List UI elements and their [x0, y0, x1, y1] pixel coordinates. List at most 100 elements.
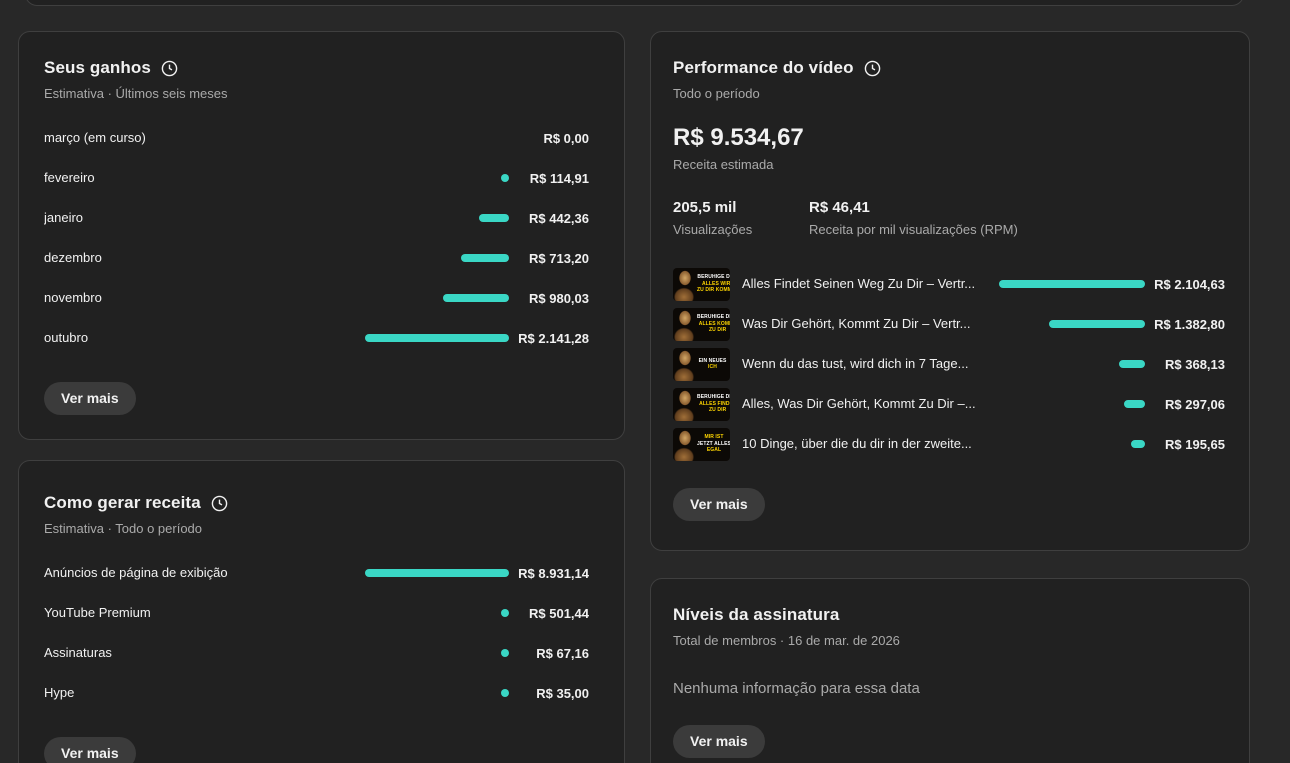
video-bar-area [995, 360, 1145, 368]
stat-row-label: fevereiro [44, 170, 95, 185]
video-bar-area [995, 320, 1145, 328]
revenue-sources-see-more-button[interactable]: Ver mais [44, 737, 136, 763]
video-bar-area [995, 400, 1145, 408]
stat-bar [501, 689, 509, 697]
stat-row-label: Anúncios de página de exibição [44, 565, 228, 580]
earnings-header: Seus ganhos [44, 58, 589, 78]
video-value: R$ 195,65 [1165, 436, 1225, 452]
video-performance-see-more-button[interactable]: Ver mais [673, 488, 765, 521]
stat-row-value: R$ 2.141,28 [518, 330, 589, 346]
thumbnail-text-line: ZU DIR [709, 407, 727, 414]
clock-icon [161, 60, 178, 76]
membership-empty-message: Nenhuma informação para essa data [673, 680, 920, 697]
revenue-sources-card: Como gerar receita Estimativa · Todo o p… [18, 460, 625, 763]
statue-figure-image [673, 267, 697, 301]
stat-bar-area [365, 214, 509, 222]
video-bar [999, 280, 1145, 288]
video-thumbnail[interactable]: MIR IST JETZT ALLES EGAL [673, 427, 730, 461]
stat-row-label: Hype [44, 685, 75, 700]
membership-title: Níveis da assinatura [673, 605, 840, 624]
video-row[interactable]: EIN NEUES ICH Wenn du das tust, wird dich … [673, 344, 1225, 384]
stat-bar [461, 254, 509, 262]
thumbnail-text: BERUHIGE DICHALLES WIRDZU DIR KOMMEN [697, 274, 730, 294]
views-value: 205,5 mil [673, 199, 737, 216]
thumbnail-text-line: EGAL [706, 447, 722, 454]
video-title[interactable]: 10 Dinge, über die du dir in der zweite.… [742, 436, 995, 452]
video-row[interactable]: MIR IST JETZT ALLES EGAL 10 Dinge, über die… [673, 424, 1225, 464]
video-bar-area [995, 280, 1145, 288]
stat-row-label: Assinaturas [44, 645, 112, 660]
stat-row-value: R$ 980,03 [529, 290, 589, 306]
clock-icon [864, 60, 880, 76]
video-value: R$ 2.104,63 [1154, 276, 1225, 292]
statue-figure-image [673, 307, 697, 341]
views-metric: 205,5 mil Visualizações [673, 199, 781, 238]
stat-row-value: R$ 713,20 [529, 250, 589, 266]
membership-subtitle: Total de membros · 16 de mar. de 2026 [673, 633, 900, 648]
stat-bar [501, 649, 509, 657]
video-thumbnail[interactable]: EIN NEUES ICH [673, 347, 730, 381]
stat-row-label: dezembro [44, 250, 102, 265]
thumbnail-text-line: ZU DIR [709, 327, 727, 334]
video-title[interactable]: Wenn du das tust, wird dich in 7 Tage... [742, 356, 995, 372]
stat-bar [501, 609, 509, 617]
estimated-revenue-label: Receita estimada [673, 157, 774, 172]
video-title[interactable]: Alles Findet Seinen Weg Zu Dir – Vertr..… [742, 276, 995, 292]
previous-card-bottom-edge [25, 0, 1244, 6]
thumbnail-text: BERUHIGE DICHALLES FINDETZU DIR [697, 394, 730, 414]
video-performance-subtitle: Todo o período [673, 86, 760, 101]
video-title[interactable]: Alles, Was Dir Gehört, Kommt Zu Dir –... [742, 396, 995, 412]
rpm-metric: R$ 46,41 Receita por mil visualizações (… [809, 199, 1018, 238]
stat-row-value: R$ 35,00 [536, 685, 589, 701]
thumbnail-text: EIN NEUES ICH [697, 358, 730, 371]
video-performance-header: Performance do vídeo [673, 58, 1225, 78]
stat-bar-area [365, 254, 509, 262]
earnings-see-more-button[interactable]: Ver mais [44, 382, 136, 415]
stat-row: Hype R$ 35,00 [44, 673, 589, 713]
earnings-subtitle: Estimativa · Últimos seis meses [44, 86, 228, 101]
stat-bar-area [365, 569, 509, 577]
stat-bar [443, 294, 509, 302]
rpm-value: R$ 46,41 [809, 199, 870, 216]
stat-bar-area [365, 689, 509, 697]
statue-figure-image [673, 427, 697, 461]
analytics-page: Seus ganhos Estimativa · Últimos seis me… [0, 0, 1290, 763]
stat-row: Anúncios de página de exibição R$ 8.931,1… [44, 553, 589, 593]
thumbnail-text-line: ICH [708, 364, 717, 370]
stat-row: YouTube Premium R$ 501,44 [44, 593, 589, 633]
stat-row: novembro R$ 980,03 [44, 278, 589, 318]
stat-bar [365, 569, 509, 577]
video-thumbnail[interactable]: BERUHIGE DICHALLES WIRDZU DIR KOMMEN [673, 267, 730, 301]
stat-row-label: novembro [44, 290, 102, 305]
stat-row-label: janeiro [44, 210, 84, 225]
stat-row: janeiro R$ 442,36 [44, 198, 589, 238]
stat-bar-area [365, 649, 509, 657]
video-performance-title: Performance do vídeo [673, 58, 854, 77]
video-row[interactable]: BERUHIGE DICHALLES WIRDZU DIR KOMMEN Alle… [673, 264, 1225, 304]
video-row[interactable]: BERUHIGE DICHALLES FINDETZU DIR Alles, Wa… [673, 384, 1225, 424]
revenue-sources-subtitle: Estimativa · Todo o período [44, 521, 203, 536]
video-thumbnail[interactable]: BERUHIGE DICHALLES FINDETZU DIR [673, 387, 730, 421]
stat-row-value: R$ 114,91 [529, 170, 589, 186]
stat-bar-area [365, 294, 509, 302]
video-title[interactable]: Was Dir Gehört, Kommt Zu Dir – Vertr... [742, 316, 995, 332]
metrics-row: 205,5 mil Visualizações R$ 46,41 Receita… [673, 199, 1225, 238]
video-performance-card: Performance do vídeo Todo o período R$ 9… [650, 31, 1250, 551]
stat-row-label: março (em curso) [44, 130, 146, 145]
video-value: R$ 1.382,80 [1154, 316, 1225, 332]
stat-row: fevereiro R$ 114,91 [44, 158, 589, 198]
video-row[interactable]: BERUHIGE DICHALLES KOMMTZU DIR Was Dir Ge… [673, 304, 1225, 344]
stat-row: dezembro R$ 713,20 [44, 238, 589, 278]
stat-bar [365, 334, 509, 342]
thumbnail-text: BERUHIGE DICHALLES KOMMTZU DIR [697, 314, 730, 334]
stat-bar-area [365, 174, 509, 182]
stat-row-value: R$ 67,16 [536, 645, 589, 661]
stat-row-label: outubro [44, 330, 89, 345]
membership-see-more-button[interactable]: Ver mais [673, 725, 765, 758]
estimated-revenue-value: R$ 9.534,67 [673, 124, 804, 151]
stat-bar-area [365, 334, 509, 342]
clock-icon [211, 495, 228, 511]
video-bar [1131, 440, 1145, 448]
video-list: BERUHIGE DICHALLES WIRDZU DIR KOMMEN Alle… [673, 264, 1225, 464]
video-thumbnail[interactable]: BERUHIGE DICHALLES KOMMTZU DIR [673, 307, 730, 341]
